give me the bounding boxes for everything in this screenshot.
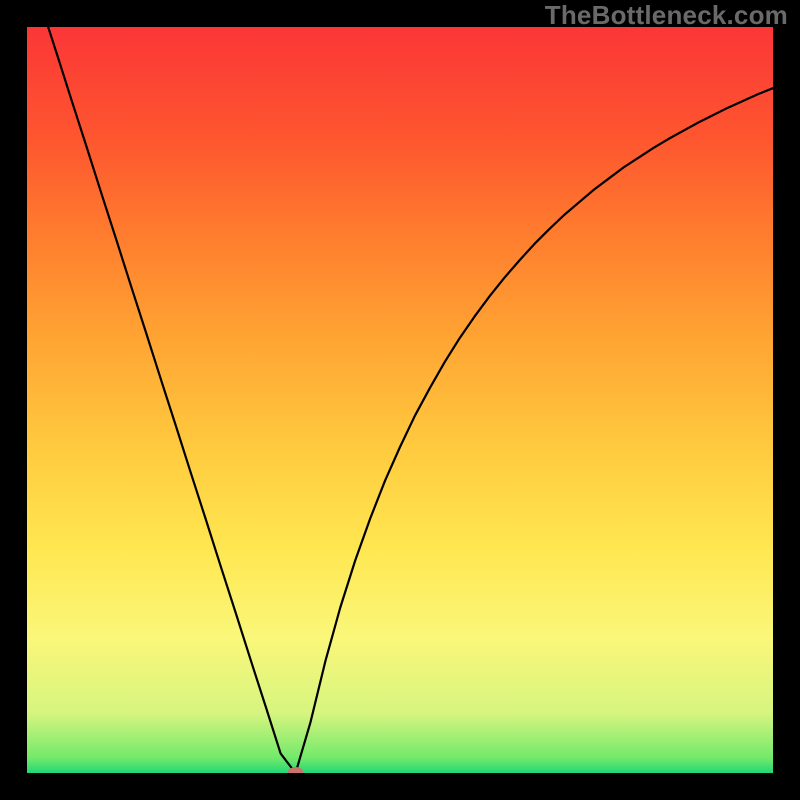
bottleneck-curve xyxy=(27,27,773,773)
plot-area xyxy=(27,27,773,773)
chart-frame: TheBottleneck.com xyxy=(0,0,800,800)
optimum-marker-icon xyxy=(288,767,304,773)
chart-svg xyxy=(27,27,773,773)
